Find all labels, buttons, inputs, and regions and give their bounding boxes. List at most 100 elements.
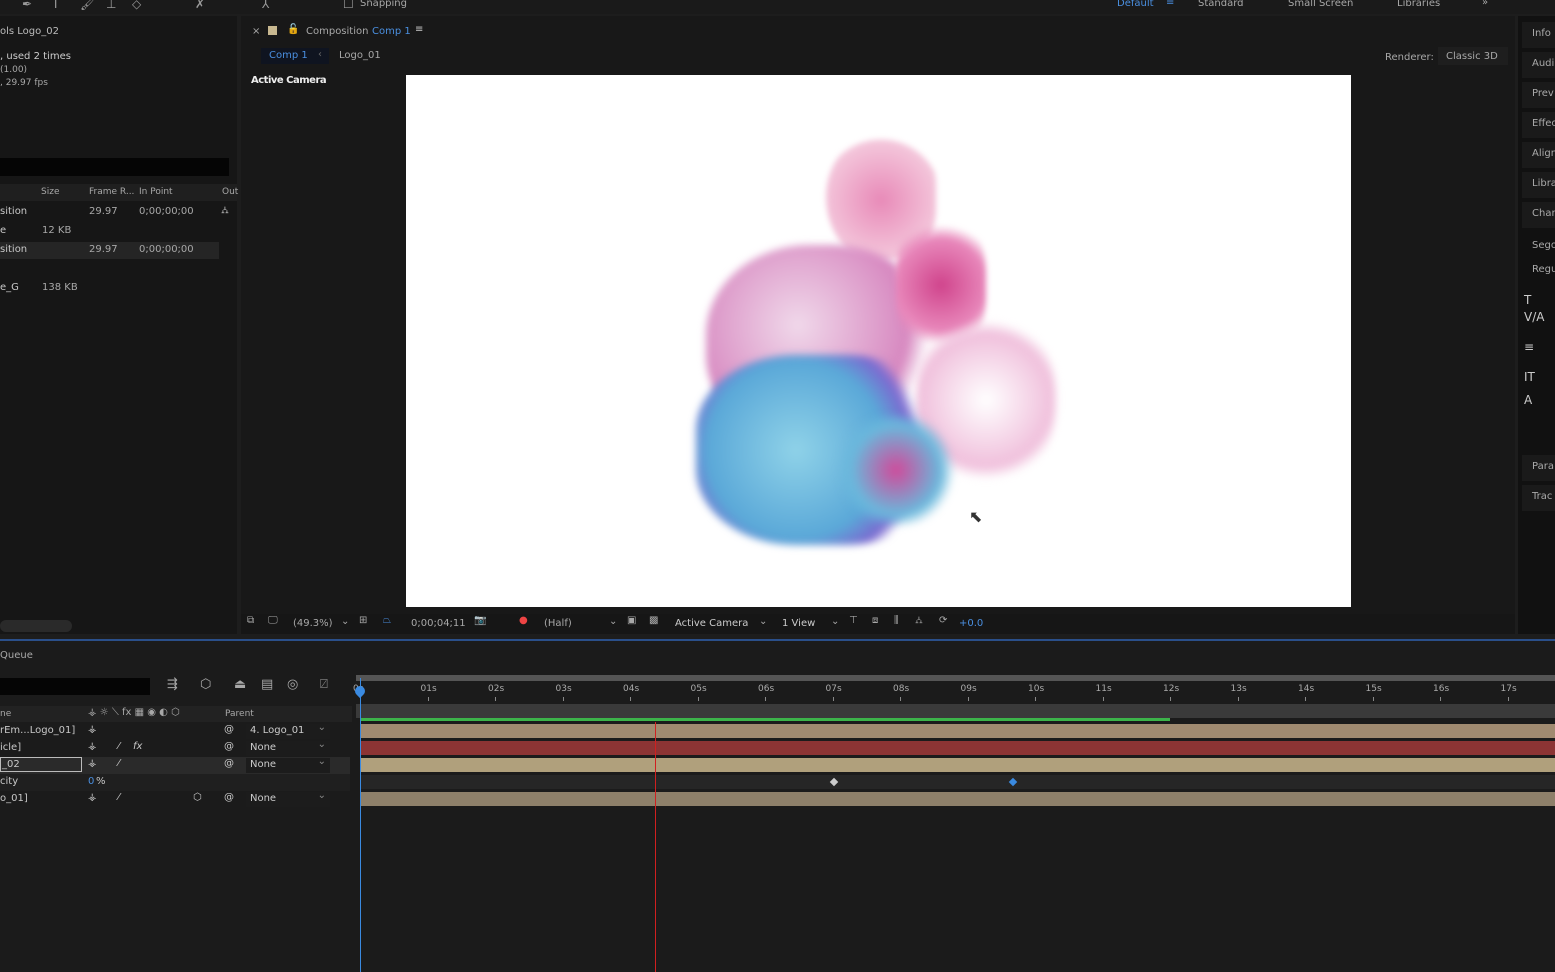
pickwhip-icon[interactable]: @ [224,741,234,752]
right-panel-tab[interactable]: Effec [1522,112,1555,138]
layer-row[interactable]: _02 ⚶ ⁄ @ None [0,756,350,774]
views-dropdown[interactable]: 1 View [782,618,815,629]
parent-dropdown[interactable]: None [246,756,330,773]
project-row[interactable]: e 12 KB [0,223,237,240]
right-panel-tab[interactable]: Align [1522,142,1555,168]
layer-duration-bar[interactable] [360,792,1555,806]
workspace-default[interactable]: Default [1117,0,1154,9]
parent-dropdown[interactable]: 4. Logo_01 [246,722,330,739]
quality-switch-icon[interactable]: ⁄ [118,741,120,752]
right-panel-tab[interactable]: Prev [1522,82,1555,108]
shy-switch-icon[interactable]: ⚶ [88,724,97,735]
brush-tool-icon[interactable]: 🖌 [80,0,95,11]
right-panel-tab[interactable]: Trac [1522,485,1555,511]
quality-switch-icon[interactable]: ⁄ [118,758,120,769]
region-of-interest-icon[interactable]: ▣ [627,615,636,626]
snapping-checkbox[interactable]: ☐ [343,0,354,11]
flowchart-icon[interactable]: ⛼ [221,205,229,218]
safe-area-icon[interactable]: ⊞ [359,615,367,626]
resolution-dropdown[interactable]: (Half) [544,618,572,629]
project-row[interactable]: sition 29.97 0;00;00;00 ⛼ [0,204,237,221]
right-panel-tab[interactable]: Audi [1522,52,1555,78]
parent-dropdown[interactable]: None [246,790,330,807]
composition-mini-flowchart-icon[interactable]: ⇶ [167,677,178,692]
lock-icon[interactable]: 🔓 [287,24,299,35]
layer-row[interactable]: o_01] ⚶ ⁄ ⬡ @ None [0,790,350,808]
project-scrollbar[interactable] [0,620,72,632]
font-size-icon: T [1524,293,1532,307]
right-panel-tab[interactable]: Libra [1522,172,1555,198]
workspace-menu-icon[interactable]: ≡ [1166,0,1174,8]
snapshot-icon[interactable]: 📷 [474,615,486,626]
zoom-dropdown[interactable]: (49.3%) [293,618,333,629]
opacity-value[interactable]: 0 [88,776,94,787]
transparency-grid-icon[interactable]: ▩ [649,615,658,626]
current-time-marker [654,722,656,972]
more-workspaces-icon[interactable]: » [1482,0,1488,8]
draft-3d-icon[interactable]: ⬡ [200,677,211,692]
fx-switch-icon[interactable]: fx [133,741,142,752]
right-panel-tab[interactable]: Para [1522,455,1555,481]
motion-blur-icon[interactable]: ◎ [287,677,298,692]
workspace-standard[interactable]: Standard [1198,0,1244,9]
flowchart-icon[interactable]: ⛼ [915,615,923,628]
graph-editor-icon[interactable]: ⍁ [320,677,328,692]
layer-row[interactable]: city 0% [0,774,350,791]
composition-canvas[interactable]: ⬉ [406,75,1351,607]
shy-switch-icon[interactable]: ⚶ [88,792,97,803]
workspace-small-screen[interactable]: Small Screen [1288,0,1353,9]
frame-blending-icon[interactable]: ▤ [261,677,273,692]
shy-switch-icon[interactable]: ⚶ [88,741,97,752]
quality-switch-icon[interactable]: ⁄ [118,792,120,803]
breadcrumb-comp1[interactable]: Comp 1 ‹ [261,48,329,64]
current-time[interactable]: 0;00;04;11 [411,618,466,629]
axis-icon[interactable]: ⅄ [262,0,269,11]
right-panel-tab[interactable]: Info [1522,22,1555,48]
project-row[interactable]: e_G 138 KB [0,280,237,297]
layer-row[interactable]: rEm...Logo_01] ⚶ @4. Logo_01 [0,722,350,740]
exposure-value[interactable]: +0.0 [959,618,983,629]
always-preview-icon[interactable]: ⧉ [247,615,254,626]
3d-layer-icon[interactable]: ⬡ [193,792,202,803]
project-row[interactable]: sition 29.97 0;00;00;00 [0,242,219,259]
workspace-libraries[interactable]: Libraries [1397,0,1440,9]
pickwhip-icon[interactable]: @ [224,758,234,769]
reset-exposure-icon[interactable]: ⟳ [939,615,947,626]
stamp-tool-icon[interactable]: ⊥ [106,0,116,11]
toggle-pixel-aspect-icon[interactable]: ⊤ [849,615,858,626]
work-area-bar[interactable] [356,704,1555,718]
right-panel-tab[interactable]: Char [1522,202,1555,228]
timeline-icon[interactable]: ⫼ [894,615,899,626]
mask-visibility-icon[interactable]: ⏢ [383,615,391,626]
breadcrumb-logo01[interactable]: Logo_01 [339,50,381,61]
layer-name: o_01] [0,793,28,804]
playhead[interactable] [360,678,361,972]
puppet-tool-icon[interactable]: ✗ [195,0,205,11]
render-queue-tab[interactable]: Queue [0,650,33,661]
pen-tool-icon[interactable]: ✒ [22,0,32,11]
text-tool-icon[interactable]: T [52,0,59,11]
right-panel-tab[interactable]: Regu [1522,258,1555,284]
layer-duration-bar[interactable] [360,741,1555,755]
fast-preview-icon[interactable]: ⧈ [872,615,878,626]
shy-switch-icon[interactable]: ⚶ [88,758,97,769]
shy-layers-icon[interactable]: ⏏ [234,677,246,692]
pickwhip-icon[interactable]: @ [224,792,234,803]
layer-search-input[interactable] [0,678,150,695]
pickwhip-icon[interactable]: @ [224,724,234,735]
right-panel-tab[interactable]: Sego [1522,234,1555,260]
camera-dropdown[interactable]: Active Camera [675,618,748,629]
parent-dropdown[interactable]: None [246,739,330,756]
timeline-nav-bar[interactable] [356,675,1555,681]
monitor-icon[interactable]: 🖵 [268,615,278,626]
panel-menu-icon[interactable]: ≡ [415,24,423,35]
project-search-input[interactable] [0,158,229,176]
layer-duration-bar[interactable] [360,724,1555,738]
layer-duration-bar[interactable] [360,758,1555,772]
color-channels-icon[interactable]: ● [519,615,528,626]
close-icon[interactable]: × [252,26,260,37]
layer-row[interactable]: icle] ⚶ ⁄ fx @ None [0,739,350,757]
eraser-tool-icon[interactable]: ◇ [132,0,141,11]
renderer-button[interactable]: Classic 3D [1438,47,1508,65]
layer-duration-bar[interactable] [360,775,1555,789]
